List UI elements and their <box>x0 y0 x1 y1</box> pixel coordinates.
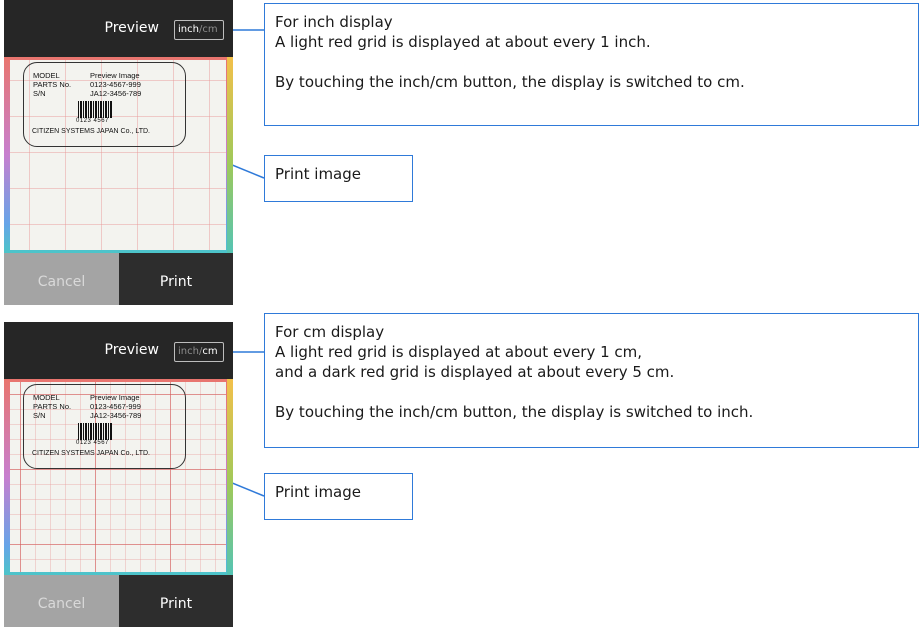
inch-cm-toggle-button[interactable]: inch/cm <box>174 342 224 362</box>
callout-line: and a dark red grid is displayed at abou… <box>275 363 675 381</box>
callout-title: For cm display <box>275 323 385 341</box>
callout-line: A light red grid is displayed at about e… <box>275 33 651 51</box>
callout-label: Print image <box>275 483 361 501</box>
print-button[interactable]: Print <box>119 575 233 627</box>
callout-cm-display: For cm display A light red grid is displ… <box>264 313 919 448</box>
callout-line: By touching the inch/cm button, the disp… <box>275 73 745 91</box>
sn-value: JA12-3456-789 <box>90 89 142 98</box>
print-button[interactable]: Print <box>119 253 233 305</box>
callout-line: By touching the inch/cm button, the disp… <box>275 403 754 421</box>
preview-header: Preview inch/cm <box>4 322 233 379</box>
preview-screen-cm: Preview inch/cm MODEL Preview Image PART… <box>4 322 233 627</box>
callout-line: A light red grid is displayed at about e… <box>275 343 643 361</box>
model-value: Preview Image <box>90 71 140 80</box>
parts-key: PARTS No. <box>33 80 72 89</box>
print-image-paper: MODEL Preview Image PARTS No. 0123-4567-… <box>10 382 226 572</box>
preview-footer: Cancel Print <box>4 253 233 305</box>
barcode-digits: 0123 4567 <box>76 118 109 124</box>
cancel-button[interactable]: Cancel <box>4 575 119 627</box>
callout-inch-display: For inch display A light red grid is dis… <box>264 3 919 126</box>
barcode <box>78 423 112 440</box>
preview-footer: Cancel Print <box>4 575 233 627</box>
model-key: MODEL <box>33 71 60 80</box>
barcode <box>78 101 112 118</box>
unit-cm-label: cm <box>202 346 218 357</box>
parts-key: PARTS No. <box>33 402 72 411</box>
label-print-image: MODEL Preview Image PARTS No. 0123-4567-… <box>23 384 186 469</box>
inch-cm-toggle-button[interactable]: inch/cm <box>174 20 224 40</box>
cancel-button[interactable]: Cancel <box>4 253 119 305</box>
company-name: CITIZEN SYSTEMS JAPAN Co., LTD. <box>32 450 150 457</box>
callout-print-image: Print image <box>264 473 413 520</box>
preview-title: Preview <box>104 342 160 358</box>
callout-label: Print image <box>275 165 361 183</box>
barcode-digits: 0123 4567 <box>76 440 109 446</box>
parts-value: 0123-4567-999 <box>90 80 141 89</box>
model-key: MODEL <box>33 393 60 402</box>
unit-cm-label: cm <box>202 24 218 35</box>
label-print-image: MODEL Preview Image PARTS No. 0123-4567-… <box>23 62 186 147</box>
model-value: Preview Image <box>90 393 140 402</box>
callout-print-image: Print image <box>264 155 413 202</box>
print-image-paper: MODEL Preview Image PARTS No. 0123-4567-… <box>10 60 226 250</box>
preview-canvas: MODEL Preview Image PARTS No. 0123-4567-… <box>4 379 233 575</box>
company-name: CITIZEN SYSTEMS JAPAN Co., LTD. <box>32 128 150 135</box>
parts-value: 0123-4567-999 <box>90 402 141 411</box>
sn-key: S/N <box>33 89 46 98</box>
unit-inch-label: inch <box>178 24 199 35</box>
preview-header: Preview inch/cm <box>4 0 233 57</box>
preview-canvas: MODEL Preview Image PARTS No. 0123-4567-… <box>4 57 233 253</box>
sn-value: JA12-3456-789 <box>90 411 142 420</box>
callout-title: For inch display <box>275 13 393 31</box>
unit-inch-label: inch <box>178 346 199 357</box>
preview-title: Preview <box>104 20 160 36</box>
sn-key: S/N <box>33 411 46 420</box>
preview-screen-inch: Preview inch/cm MODEL Preview Image PART… <box>4 0 233 305</box>
